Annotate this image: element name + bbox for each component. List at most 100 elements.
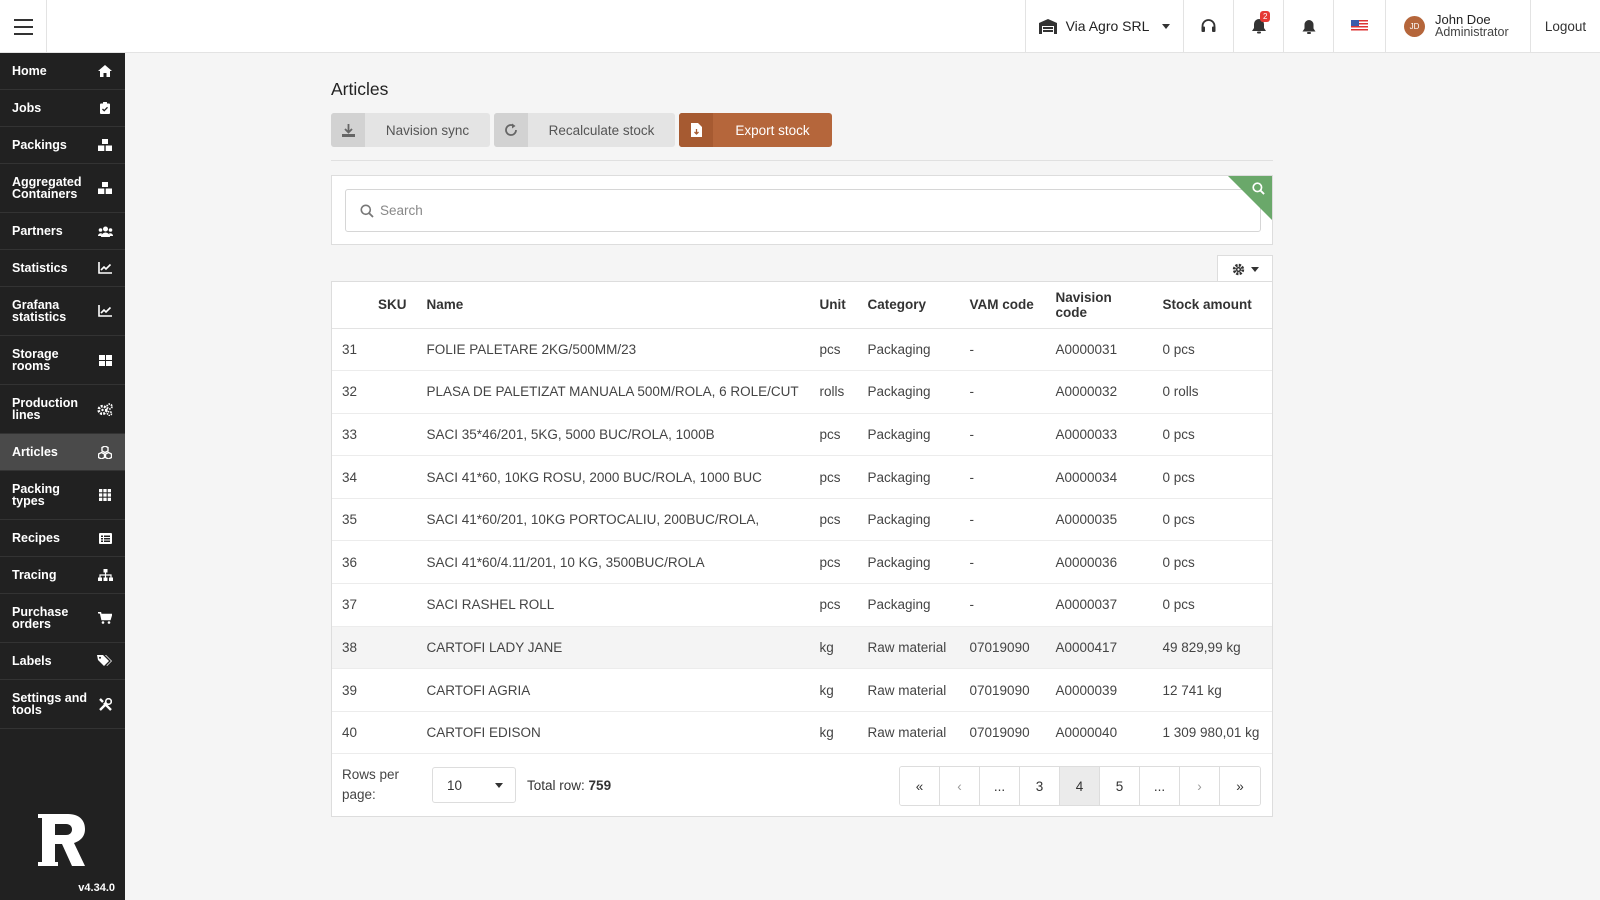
page-prev-button[interactable]: ‹ [940, 767, 980, 806]
row-category: Packaging [857, 413, 960, 457]
sidebar-item-production-lines[interactable]: Production lines [0, 385, 125, 434]
page-button-4-current[interactable]: 4 [1060, 767, 1100, 806]
sidebar-item-recipes[interactable]: Recipes [0, 520, 125, 557]
download-icon [331, 113, 365, 147]
pagination-bar: Rows per page: 10 Total row: 759 « ‹ ...… [332, 754, 1272, 816]
app-version: v4.34.0 [78, 882, 115, 894]
sidebar-item-labels[interactable]: Labels [0, 643, 125, 680]
rows-per-page-label: Rows per page: [342, 767, 400, 803]
table-row[interactable]: 35 SACI 41*60/201, 10KG PORTOCALIU, 200BU… [332, 498, 1272, 542]
row-vam-code: - [959, 328, 1046, 372]
row-id: 32 [332, 370, 368, 414]
column-header-name[interactable]: Name [416, 282, 810, 329]
row-unit: pcs [809, 583, 858, 627]
sidebar-item-settings-and-tools[interactable]: Settings and tools [0, 680, 125, 729]
sidebar-item-articles[interactable]: Articles [0, 434, 125, 471]
export-stock-button[interactable]: Export stock [679, 113, 832, 147]
language-selector[interactable] [1333, 0, 1385, 52]
sidebar-item-statistics[interactable]: Statistics [0, 250, 125, 287]
row-category: Packaging [857, 328, 960, 372]
table-row[interactable]: 40 CARTOFI EDISON kg Raw material 07019090 A0… [332, 711, 1272, 755]
sitemap-icon [97, 567, 113, 583]
table-row[interactable]: 34 SACI 41*60, 10KG ROSU, 2000 BUC/ROLA, … [332, 455, 1272, 499]
column-header-stock-amount[interactable]: Stock amount [1152, 282, 1272, 329]
row-stock-amount: 49 829,99 kg [1152, 626, 1272, 670]
table-header-row: SKU Name Unit Category VAM code Navision… [332, 282, 1272, 329]
row-unit: pcs [809, 540, 858, 585]
sidebar-item-packings[interactable]: Packings [0, 127, 125, 164]
sidebar-item-purchase-orders[interactable]: Purchase orders [0, 594, 125, 643]
row-category: Packaging [857, 455, 960, 499]
chart-icon [97, 260, 113, 276]
table-row[interactable]: 32 PLASA DE PALETIZAT MANUALA 500M/ROLA, … [332, 370, 1272, 414]
row-vam-code: - [959, 455, 1046, 499]
row-unit: pcs [809, 498, 858, 542]
page-button-5[interactable]: 5 [1100, 767, 1140, 806]
page-first-button[interactable]: « [900, 767, 940, 806]
navision-sync-button[interactable]: Navision sync [331, 113, 490, 147]
action-toolbar: Navision sync Recalculate stock Export s… [331, 113, 832, 147]
page-button-3[interactable]: 3 [1020, 767, 1060, 806]
search-input[interactable] [380, 203, 1260, 218]
sidebar-item-tracing[interactable]: Tracing [0, 557, 125, 594]
menu-toggle-button[interactable] [0, 0, 47, 53]
row-vam-code: 07019090 [959, 668, 1046, 712]
column-header-unit[interactable]: Unit [809, 282, 858, 329]
chevron-down-icon [495, 782, 503, 788]
sidebar-item-storage-rooms[interactable]: Storage rooms [0, 336, 125, 385]
page-ellipsis[interactable]: ... [1140, 767, 1180, 806]
row-vam-code: 07019090 [959, 711, 1046, 755]
sidebar-item-grafana-statistics[interactable]: Grafana statistics [0, 287, 125, 336]
search-corner-button[interactable] [1228, 176, 1272, 220]
search-icon [1252, 182, 1265, 195]
row-category: Packaging [857, 370, 960, 414]
user-menu[interactable]: JD John Doe Administrator [1385, 0, 1530, 52]
row-name: SACI RASHEL ROLL [416, 583, 810, 627]
row-id: 40 [332, 711, 368, 755]
row-unit: kg [809, 668, 858, 712]
column-header-category[interactable]: Category [857, 282, 960, 329]
refresh-icon [494, 113, 528, 147]
tags-icon [97, 653, 113, 669]
sidebar-item-partners[interactable]: Partners [0, 213, 125, 250]
column-header-id[interactable] [332, 282, 368, 329]
pagination: « ‹ ... 3 4 5 ... › » [899, 766, 1261, 807]
logout-button[interactable]: Logout [1530, 0, 1600, 52]
row-stock-amount: 0 pcs [1152, 583, 1272, 627]
search-field[interactable] [345, 189, 1261, 232]
column-header-vam-code[interactable]: VAM code [959, 282, 1046, 329]
sidebar-item-packing-types[interactable]: Packing types [0, 471, 125, 520]
table-row[interactable]: 38 CARTOFI LADY JANE kg Raw material 0701909… [332, 626, 1272, 670]
notifications-button[interactable] [1283, 0, 1333, 52]
row-sku [368, 711, 417, 755]
table-settings-button[interactable] [1217, 255, 1273, 282]
row-category: Packaging [857, 583, 960, 627]
alerts-button[interactable]: 2 [1233, 0, 1283, 52]
table-row[interactable]: 39 CARTOFI AGRIA kg Raw material 07019090 A00… [332, 668, 1272, 712]
row-id: 38 [332, 626, 368, 670]
recalculate-stock-button[interactable]: Recalculate stock [494, 113, 675, 147]
grid-icon [97, 352, 113, 368]
row-vam-code: - [959, 540, 1046, 585]
rows-per-page-select[interactable]: 10 [432, 767, 516, 804]
row-name: SACI 41*60/4.11/201, 10 KG, 3500BUC/ROLA [416, 540, 810, 585]
company-selector[interactable]: Via Agro SRL [1025, 0, 1183, 52]
page-ellipsis[interactable]: ... [980, 767, 1020, 806]
row-category: Raw material [857, 626, 960, 670]
sidebar-item-home[interactable]: Home [0, 53, 125, 90]
support-button[interactable] [1183, 0, 1233, 52]
sidebar-item-jobs[interactable]: Jobs [0, 90, 125, 127]
row-stock-amount: 0 pcs [1152, 498, 1272, 542]
table-row[interactable]: 36 SACI 41*60/4.11/201, 10 KG, 3500BUC/RO… [332, 540, 1272, 585]
row-category: Packaging [857, 540, 960, 585]
table-row[interactable]: 31 FOLIE PALETARE 2KG/500MM/23 pcs Packagin… [332, 328, 1272, 372]
table-row[interactable]: 33 SACI 35*46/201, 5KG, 5000 BUC/ROLA, 10… [332, 413, 1272, 457]
hamburger-icon [13, 25, 33, 28]
sidebar-item-aggregated-containers[interactable]: Aggregated Containers [0, 164, 125, 213]
table-row[interactable]: 37 SACI RASHEL ROLL pcs Packaging - A0000037 0… [332, 583, 1272, 627]
column-header-navision-code[interactable]: Navision code [1045, 282, 1153, 329]
column-header-sku[interactable]: SKU [368, 282, 417, 329]
page-next-button[interactable]: › [1180, 767, 1220, 806]
page-last-button[interactable]: » [1220, 767, 1260, 806]
row-id: 37 [332, 583, 368, 627]
